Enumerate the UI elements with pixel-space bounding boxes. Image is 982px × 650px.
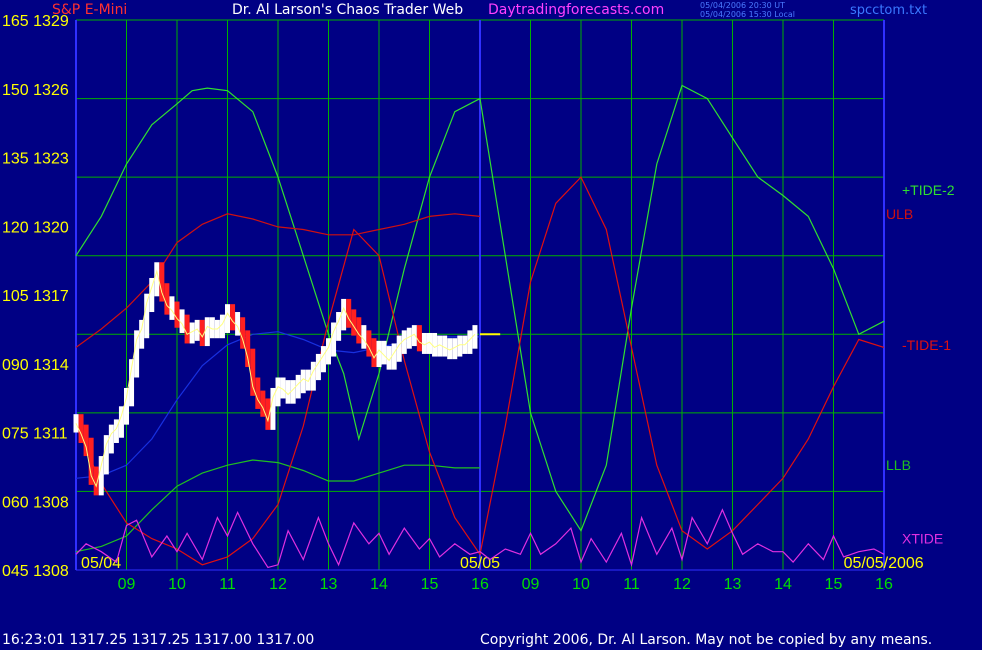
price-bar [174, 301, 180, 328]
price-bar [275, 377, 281, 407]
price-bar [164, 283, 170, 315]
price-bar [381, 340, 387, 365]
y-tick-label: 075 1311 [2, 426, 68, 443]
price-bar [371, 338, 377, 368]
x-tick-label: 16 [875, 576, 893, 593]
x-tick-label: 16 [471, 576, 489, 593]
timestamp-utc: 05/04/2006 20:30 UT [700, 1, 785, 10]
legend-label-tide-1: -TIDE-1 [902, 337, 951, 353]
x-tick-label: 10 [168, 576, 186, 593]
price-bar [98, 456, 104, 496]
x-tick-label: 12 [269, 576, 287, 593]
price-bar [290, 380, 296, 404]
price-bar [250, 348, 256, 396]
price-bar [432, 332, 438, 357]
price-bar [285, 380, 291, 404]
date-label: 05/05/2006 [844, 555, 924, 572]
y-tick-label: 150 1326 [2, 82, 69, 99]
price-bar [351, 309, 357, 336]
y-tick-label: 090 1314 [2, 357, 69, 374]
price-bar [310, 361, 316, 391]
price-bar [169, 296, 175, 320]
date-label: 05/04 [81, 555, 121, 572]
price-bar [230, 304, 236, 331]
price-bar [219, 314, 225, 339]
x-tick-label: 09 [522, 576, 540, 593]
price-bar [108, 424, 114, 454]
price-bar [401, 330, 407, 354]
price-bar [315, 353, 321, 381]
price-bar [245, 330, 251, 368]
price-bar [134, 330, 140, 378]
price-bar [184, 314, 190, 344]
x-tick-label: 12 [673, 576, 691, 593]
price-bar [225, 304, 230, 333]
price-bar [144, 293, 150, 339]
price-bar [341, 298, 347, 331]
x-tick-label: 14 [774, 576, 792, 593]
legend-label-ulb: ULB [886, 206, 913, 222]
copyright-notice: Copyright 2006, Dr. Al Larson. May not b… [480, 632, 933, 648]
price-bar [83, 424, 89, 457]
site-link[interactable]: Daytradingforecasts.com [488, 2, 664, 18]
x-tick-label: 13 [320, 576, 338, 593]
y-tick-label: 135 1323 [2, 151, 69, 168]
price-bar [204, 317, 210, 347]
legend-label-xtide: XTIDE [902, 531, 943, 547]
price-bar [472, 325, 478, 349]
x-tick-label: 13 [724, 576, 742, 593]
x-tick-label: 09 [118, 576, 136, 593]
legend-label-tide-2: +TIDE-2 [902, 182, 955, 198]
legend-label-llb: LLB [886, 457, 911, 473]
y-tick-label: 045 1308 [2, 563, 69, 580]
x-tick-label: 11 [219, 576, 236, 593]
price-bar [300, 369, 306, 394]
price-bar [366, 330, 372, 357]
x-tick-label: 15 [421, 576, 439, 593]
quote-readout: 16:23:01 1317.25 1317.25 1317.00 1317.00 [2, 632, 315, 648]
y-tick-label: 060 1308 [2, 494, 69, 511]
x-tick-label: 11 [623, 576, 640, 593]
price-bar [467, 330, 473, 354]
price-bar [295, 374, 301, 399]
price-bar [255, 377, 261, 409]
price-bar [124, 387, 129, 425]
data-file-name: spcctom.txt [850, 3, 928, 18]
y-tick-label: 120 1320 [2, 219, 69, 236]
price-bar [376, 340, 382, 368]
price-bar [346, 298, 352, 328]
price-bar [139, 319, 145, 349]
chart-symbol: S&P E-Mini [52, 2, 128, 18]
price-bar [361, 325, 367, 349]
price-bar [179, 309, 185, 333]
price-bar [356, 317, 362, 344]
timestamp-block: 05/04/2006 20:30 UT 05/04/2006 15:30 Loc… [700, 1, 795, 19]
x-tick-label: 14 [370, 576, 388, 593]
x-tick-label: 10 [572, 576, 590, 593]
price-bar [391, 343, 397, 370]
price-bar [320, 346, 326, 373]
price-bar [396, 335, 402, 362]
chart-canvas: 045 1308 060 1308 075 1311 090 1314 105 1317… [2, 13, 955, 593]
y-tick-label: 105 1317 [2, 288, 69, 305]
date-label: 05/05 [460, 555, 500, 572]
timestamp-local: 05/04/2006 15:30 Local [700, 10, 795, 19]
price-bar [88, 437, 94, 485]
price-bar [416, 325, 422, 352]
chart-title: Dr. Al Larson's Chaos Trader Web [232, 2, 464, 18]
x-tick-label: 15 [825, 576, 843, 593]
